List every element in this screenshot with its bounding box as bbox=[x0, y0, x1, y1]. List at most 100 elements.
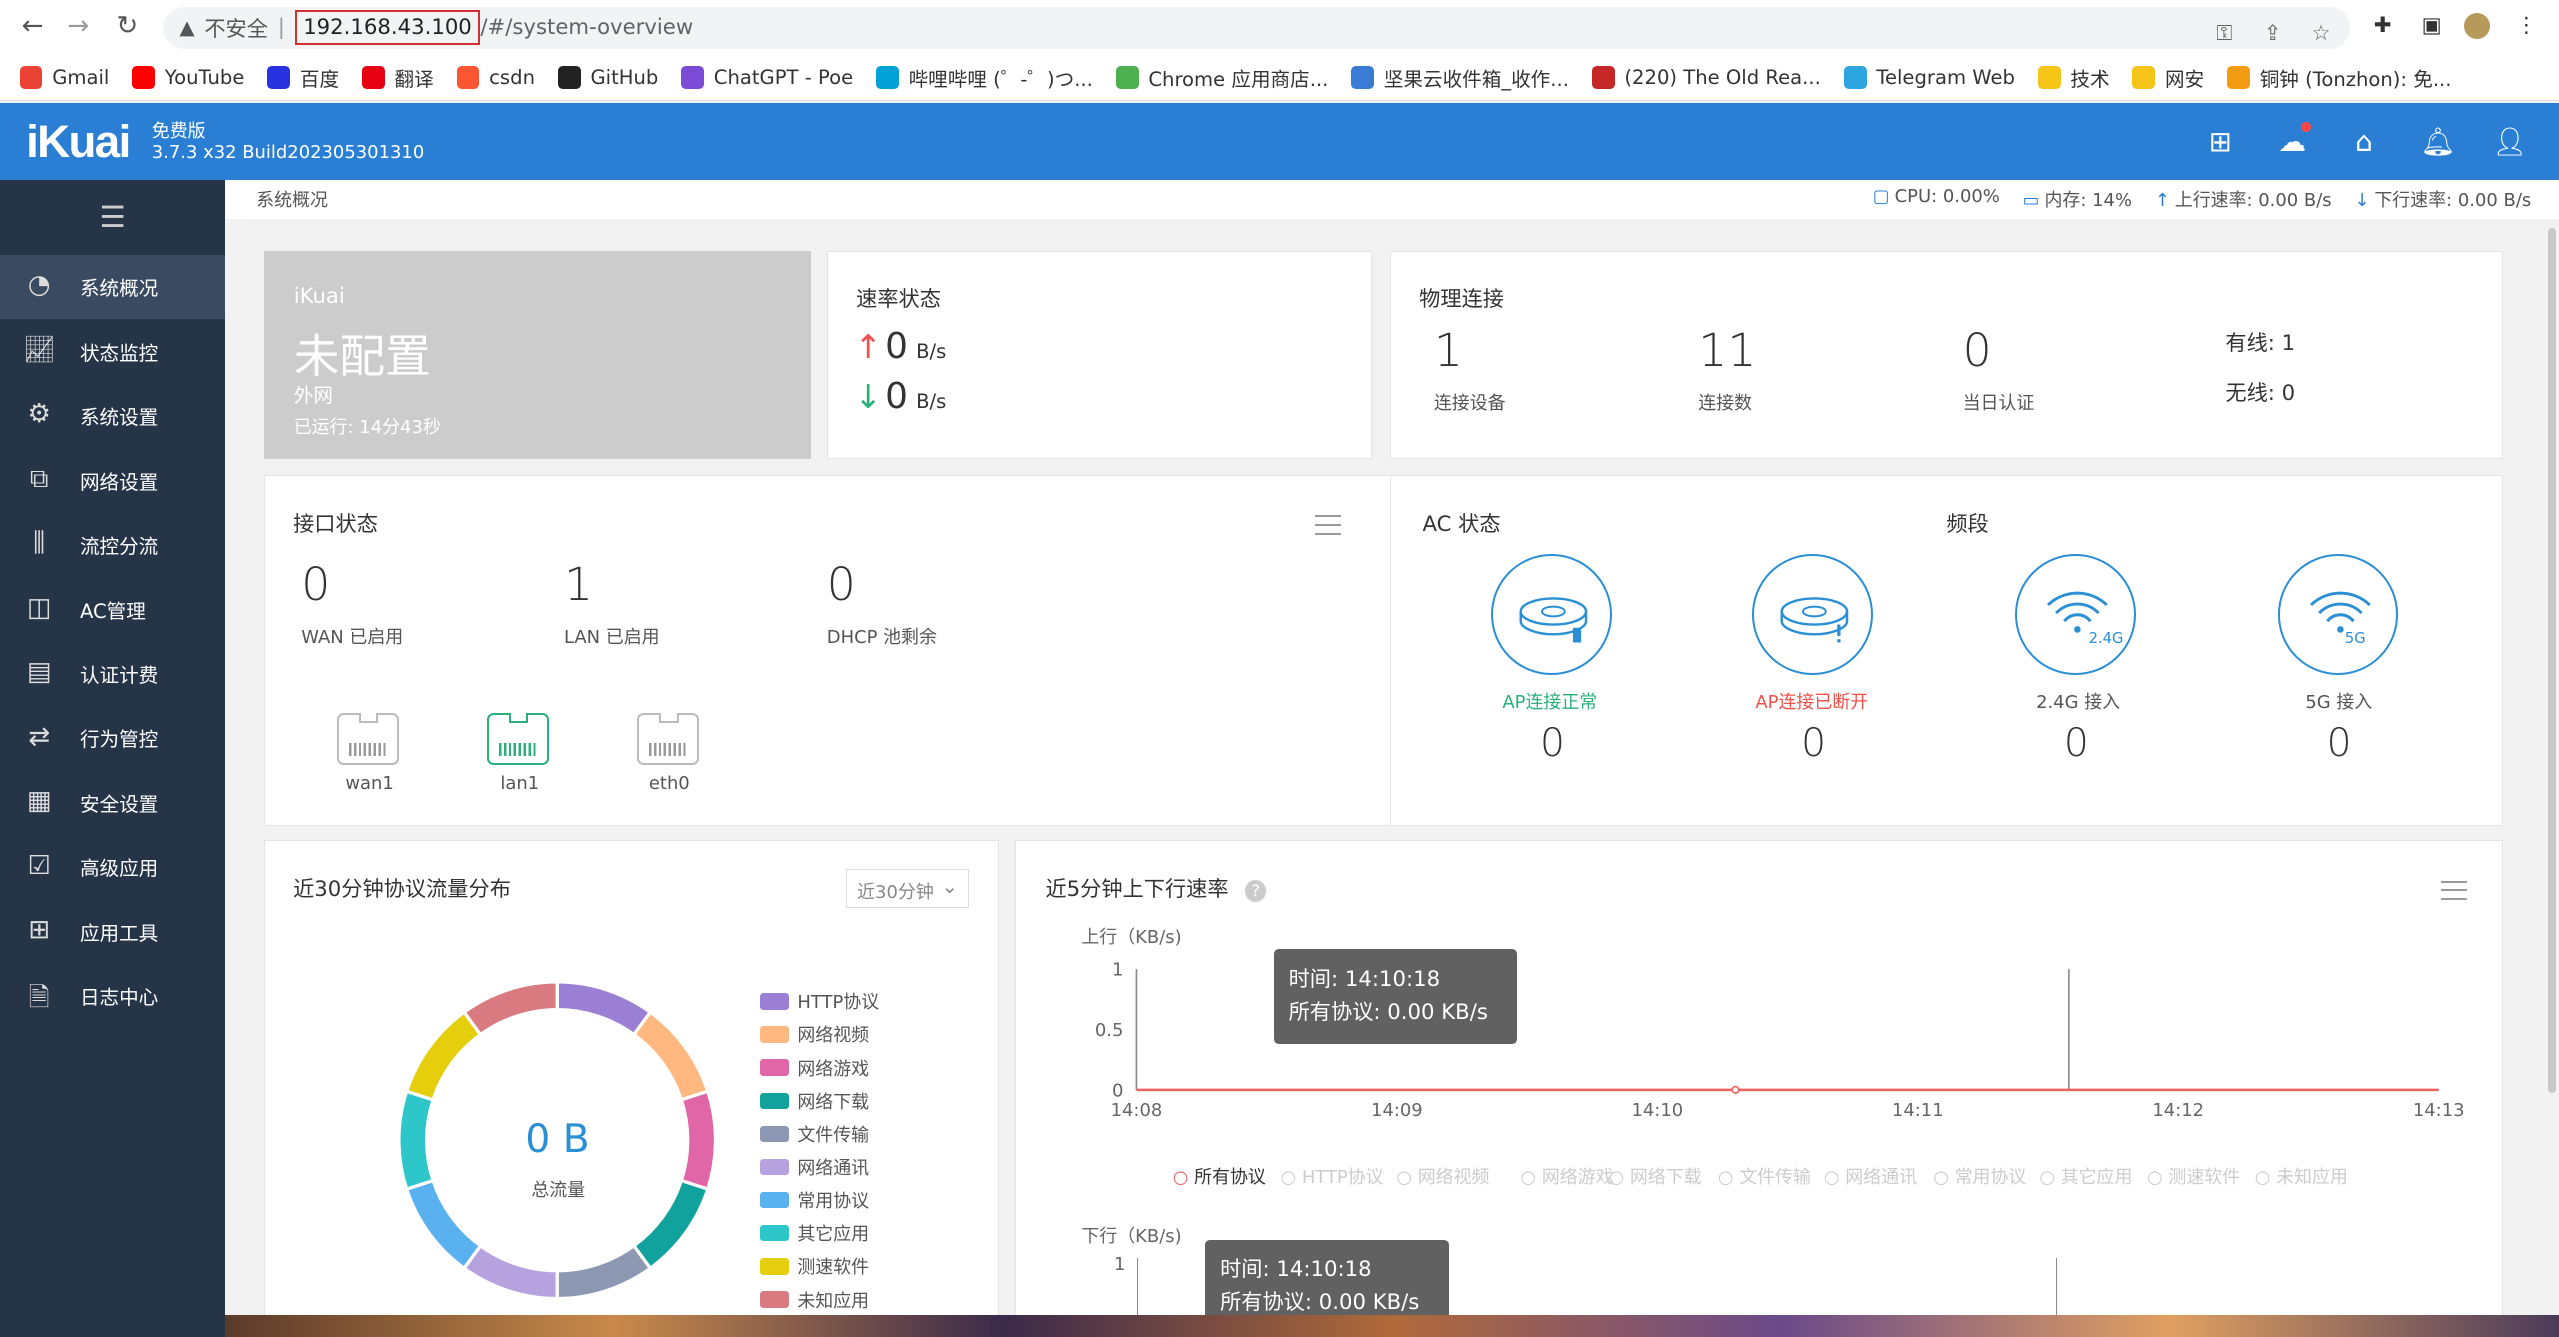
sidebar-item[interactable]: ▤ 认证计费 bbox=[0, 641, 225, 705]
legend-item[interactable]: 网络视频 bbox=[759, 1021, 869, 1047]
key-icon[interactable]: ⚿ bbox=[2216, 21, 2232, 46]
legend-item[interactable]: 测速软件 bbox=[759, 1253, 869, 1279]
cloud-icon[interactable]: ☁ bbox=[2277, 122, 2311, 157]
series-filter[interactable]: ○ 网络视频 bbox=[1396, 1163, 1489, 1189]
user-icon[interactable]: 👤︎ bbox=[2492, 126, 2527, 157]
sidepanel-icon[interactable]: ▣ bbox=[2419, 13, 2445, 39]
bookmark-item[interactable]: YouTube bbox=[132, 66, 244, 89]
mem-stat: ▭ 内存: 14% bbox=[2022, 190, 2132, 212]
arrows-icon: ⇄ bbox=[28, 721, 51, 752]
ethernet-port-icon[interactable] bbox=[637, 712, 700, 765]
bookmark-item[interactable]: Gmail bbox=[19, 66, 109, 89]
bookmark-item[interactable]: 铜钟 (Tonzhon): 免... bbox=[2227, 63, 2452, 92]
bookmark-item[interactable]: Telegram Web bbox=[1843, 66, 2015, 89]
bookmark-item[interactable]: Chrome 应用商店... bbox=[1115, 63, 1328, 92]
series-filter[interactable]: ○ 常用协议 bbox=[1933, 1163, 2026, 1189]
sidebar-item[interactable]: 📈︎ 状态监控 bbox=[0, 319, 225, 383]
donut-slice[interactable] bbox=[404, 1009, 484, 1102]
series-filter[interactable]: ○ HTTP协议 bbox=[1280, 1163, 1383, 1189]
legend-item[interactable]: HTTP协议 bbox=[759, 988, 879, 1014]
sidebar-item[interactable]: ▦ 安全设置 bbox=[0, 770, 225, 834]
wifi-24g-icon[interactable]: 2.4G bbox=[2014, 554, 2136, 675]
series-filter[interactable]: ○ 未知应用 bbox=[2255, 1163, 2348, 1189]
wan-status-card[interactable]: iKuai 未配置 外网 已运行: 14分43秒 bbox=[264, 251, 812, 459]
help-icon[interactable]: ? bbox=[1245, 880, 1267, 902]
bell-icon[interactable]: 🔔︎ bbox=[2420, 126, 2455, 157]
legend-item[interactable]: 未知应用 bbox=[759, 1287, 869, 1313]
ethernet-port-icon[interactable] bbox=[337, 712, 400, 765]
port-label: lan1 bbox=[500, 772, 540, 794]
sidebar-item[interactable]: ◫ AC管理 bbox=[0, 577, 225, 641]
bookmark-item[interactable]: (220) The Old Rea... bbox=[1591, 66, 1821, 90]
period-select[interactable]: 近30分钟 ⌄ bbox=[846, 869, 969, 909]
series-filter[interactable]: ○ 其它应用 bbox=[2039, 1163, 2132, 1189]
legend-item[interactable]: 常用协议 bbox=[759, 1187, 869, 1213]
bookmark-item[interactable]: 哔哩哔哩 (゜-゜)つ... bbox=[875, 63, 1093, 92]
bookmark-item[interactable]: GitHub bbox=[557, 66, 658, 89]
bookmark-item[interactable]: csdn bbox=[456, 66, 535, 89]
home-icon[interactable]: ⌂ bbox=[2348, 126, 2379, 157]
address-bar[interactable]: ▲ 不安全 | 192.168.43.100 /#/system-overvie… bbox=[163, 6, 2351, 49]
legend-item[interactable]: 网络下载 bbox=[759, 1088, 869, 1114]
donut-slice[interactable] bbox=[631, 1178, 711, 1271]
donut-slice[interactable] bbox=[555, 1243, 653, 1301]
sidebar-item[interactable]: ⧉ 网络设置 bbox=[0, 448, 225, 512]
ap-online-icon[interactable] bbox=[1490, 554, 1612, 675]
forward-icon[interactable]: → bbox=[55, 11, 101, 41]
series-filter[interactable]: ○ 文件传输 bbox=[1718, 1163, 1811, 1189]
donut-slice[interactable] bbox=[462, 980, 560, 1037]
series-filter[interactable]: ○ 网络游戏 bbox=[1520, 1163, 1613, 1189]
legend-item[interactable]: 其它应用 bbox=[759, 1220, 869, 1246]
legend-item[interactable]: 网络通讯 bbox=[759, 1154, 869, 1180]
legend-item[interactable]: 文件传输 bbox=[759, 1121, 869, 1147]
x-tick-label: 14:10 bbox=[1632, 1100, 1684, 1121]
sidebar-item[interactable]: ⇄ 行为管控 bbox=[0, 706, 225, 770]
bookmark-item[interactable]: 百度 bbox=[267, 63, 339, 92]
series-filter[interactable]: ○ 网络下载 bbox=[1608, 1163, 1701, 1189]
menu-toggle-icon[interactable]: ☰ bbox=[0, 180, 225, 255]
donut-slice[interactable] bbox=[397, 1089, 436, 1192]
apps-grid-icon[interactable]: ⊞ bbox=[2205, 126, 2236, 157]
scrollbar[interactable] bbox=[2547, 228, 2556, 1094]
legend-swatch bbox=[759, 1225, 790, 1242]
donut-slice[interactable] bbox=[631, 1009, 711, 1102]
bookmark-item[interactable]: 网安 bbox=[2132, 63, 2204, 92]
share-icon[interactable]: ⇪ bbox=[2264, 21, 2282, 46]
legend-item[interactable]: 网络游戏 bbox=[759, 1055, 869, 1081]
more-icon[interactable]: ⋮ bbox=[2513, 13, 2539, 39]
ap-offline-icon[interactable] bbox=[1752, 554, 1873, 675]
series-filter[interactable]: ○ 所有协议 bbox=[1173, 1163, 1266, 1189]
sidebar-item[interactable]: ⫼ 流控分流 bbox=[0, 512, 225, 576]
menu-icon[interactable] bbox=[1314, 515, 1341, 535]
bookmark-item[interactable]: 翻译 bbox=[361, 63, 434, 92]
sidebar-item[interactable]: ⊞ 应用工具 bbox=[0, 899, 225, 963]
sidebar-item[interactable]: 🗎 日志中心 bbox=[0, 964, 225, 1028]
band-24g-badge: 2.4G bbox=[2088, 629, 2124, 647]
bookmark-item[interactable]: ChatGPT - Poe bbox=[681, 66, 853, 89]
sidebar-item[interactable]: ⚙ 系统设置 bbox=[0, 383, 225, 447]
series-filter[interactable]: ○ 测速软件 bbox=[2147, 1163, 2240, 1189]
extensions-icon[interactable]: ✚ bbox=[2370, 13, 2396, 39]
bookmark-item[interactable]: 技术 bbox=[2037, 63, 2110, 92]
donut-slice[interactable] bbox=[555, 980, 653, 1037]
sidebar-item[interactable]: ☑ 高级应用 bbox=[0, 835, 225, 899]
speed-up-unit: B/s bbox=[916, 339, 947, 363]
wifi-5g-icon[interactable]: 5G bbox=[2277, 554, 2399, 675]
star-icon[interactable]: ☆ bbox=[2311, 21, 2330, 46]
rate-title: 近5分钟上下行速率 ? bbox=[1045, 872, 1267, 903]
dhcp-count: 0 bbox=[826, 557, 856, 611]
avatar[interactable] bbox=[2464, 13, 2491, 40]
donut-slice[interactable] bbox=[679, 1089, 718, 1192]
donut-slice[interactable] bbox=[404, 1178, 484, 1271]
url-path: /#/system-overview bbox=[480, 15, 694, 41]
bookmark-label: (220) The Old Rea... bbox=[1624, 66, 1821, 90]
bookmark-label: YouTube bbox=[164, 66, 245, 90]
bookmark-item[interactable]: 坚果云收件箱_收作... bbox=[1351, 63, 1569, 92]
back-icon[interactable]: ← bbox=[10, 11, 56, 41]
sidebar-item[interactable]: ◔ 系统概况 bbox=[0, 254, 226, 320]
ethernet-port-icon[interactable] bbox=[487, 712, 550, 765]
donut-slice[interactable] bbox=[462, 1243, 560, 1301]
reload-icon[interactable]: ↻ bbox=[104, 11, 150, 41]
series-filter[interactable]: ○ 网络通讯 bbox=[1824, 1163, 1917, 1189]
menu-icon[interactable] bbox=[2440, 880, 2467, 901]
